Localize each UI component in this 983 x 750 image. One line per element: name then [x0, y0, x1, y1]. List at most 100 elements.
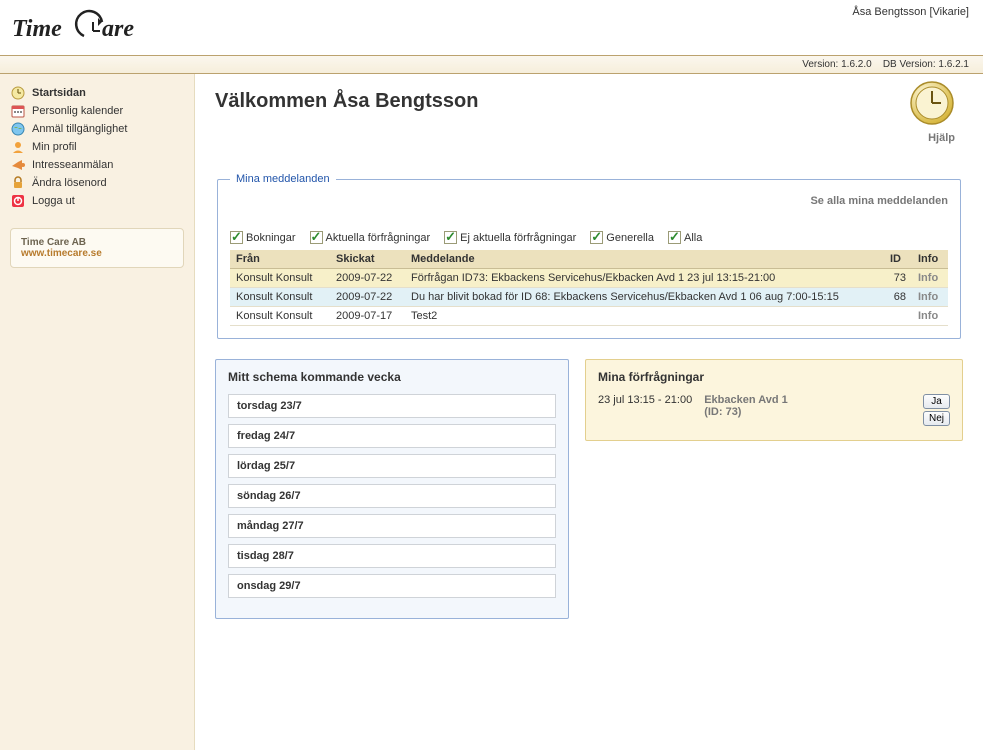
schedule-day-row[interactable]: tisdag 28/7 — [228, 544, 556, 568]
sidebar-item-label: Ändra lösenord — [32, 177, 107, 189]
sidebar-item-label: Anmäl tillgänglighet — [32, 123, 127, 135]
filter-ej-aktuella[interactable]: Ej aktuella förfrågningar — [444, 231, 576, 244]
messages-legend: Mina meddelanden — [230, 173, 336, 185]
filter-label: Aktuella förfrågningar — [326, 232, 431, 244]
filter-label: Alla — [684, 232, 702, 244]
messages-panel: Mina meddelanden Se alla mina meddelande… — [217, 173, 961, 339]
cell-id: 73 — [884, 269, 912, 288]
version-label: Version: 1.6.2.0 — [802, 59, 872, 70]
sidebar-item-interest[interactable]: Intresseanmälan — [10, 156, 184, 174]
sidebar-item-label: Startsidan — [32, 87, 86, 99]
checkbox-icon — [310, 231, 323, 244]
table-row: Konsult Konsult2009-07-22Du har blivit b… — [230, 288, 948, 307]
yes-button[interactable]: Ja — [923, 394, 950, 409]
header-clock-icon — [909, 80, 955, 129]
cell-message: Test2 — [405, 307, 884, 326]
topbar: Time are Åsa Bengtsson [Vikarie] — [0, 0, 983, 56]
db-version-label: DB Version: 1.6.2.1 — [883, 59, 969, 70]
inquiries-title: Mina förfrågningar — [598, 370, 950, 384]
checkbox-icon — [590, 231, 603, 244]
col-sent: Skickat — [330, 250, 405, 269]
checkbox-icon — [230, 231, 243, 244]
col-info: Info — [912, 250, 948, 269]
inquiry-time: 23 jul 13:15 - 21:00 — [598, 394, 692, 406]
cell-id — [884, 307, 912, 326]
company-link[interactable]: www.timecare.se — [21, 248, 173, 259]
company-box: Time Care AB www.timecare.se — [10, 228, 184, 268]
page-title: Välkommen Åsa Bengtsson — [215, 90, 963, 113]
cell-from: Konsult Konsult — [230, 307, 330, 326]
cell-sent: 2009-07-22 — [330, 288, 405, 307]
cell-info: Info — [912, 269, 948, 288]
inquiry-row: 23 jul 13:15 - 21:00 Ekbacken Avd 1 (ID:… — [598, 394, 950, 426]
filter-label: Bokningar — [246, 232, 296, 244]
cell-message: Du har blivit bokad för ID 68: Ekbackens… — [405, 288, 884, 307]
filter-alla[interactable]: Alla — [668, 231, 702, 244]
col-from: Från — [230, 250, 330, 269]
cell-sent: 2009-07-22 — [330, 269, 405, 288]
clock-icon — [10, 85, 26, 101]
user-label: Åsa Bengtsson [Vikarie] — [852, 6, 969, 18]
sidebar-item-label: Logga ut — [32, 195, 75, 207]
info-link[interactable]: Info — [918, 291, 938, 303]
info-link[interactable]: Info — [918, 272, 938, 284]
cell-info: Info — [912, 288, 948, 307]
lock-icon — [10, 175, 26, 191]
messages-filter-row: Bokningar Aktuella förfrågningar Ej aktu… — [230, 231, 948, 244]
megaphone-icon — [10, 157, 26, 173]
schedule-day-row[interactable]: söndag 26/7 — [228, 484, 556, 508]
info-link[interactable]: Info — [918, 310, 938, 322]
filter-label: Ej aktuella förfrågningar — [460, 232, 576, 244]
inquiry-idline: (ID: 73) — [704, 406, 788, 418]
sidebar-item-availability[interactable]: Anmäl tillgänglighet — [10, 120, 184, 138]
schedule-day-row[interactable]: måndag 27/7 — [228, 514, 556, 538]
nav-list: Startsidan Personlig kalender Anmäl till… — [10, 84, 184, 210]
panels-row: Mitt schema kommande vecka torsdag 23/7 f… — [215, 359, 963, 619]
sidebar-item-start[interactable]: Startsidan — [10, 84, 184, 102]
col-message: Meddelande — [405, 250, 884, 269]
logout-icon — [10, 193, 26, 209]
company-name: Time Care AB — [21, 237, 173, 248]
sidebar-item-logout[interactable]: Logga ut — [10, 192, 184, 210]
messages-table: Från Skickat Meddelande ID Info Konsult … — [230, 250, 948, 326]
sidebar-item-profile[interactable]: Min profil — [10, 138, 184, 156]
schedule-day-row[interactable]: onsdag 29/7 — [228, 574, 556, 598]
filter-bokningar[interactable]: Bokningar — [230, 231, 296, 244]
no-button[interactable]: Nej — [923, 411, 950, 426]
inquiry-location: Ekbacken Avd 1 — [704, 394, 788, 406]
schedule-panel: Mitt schema kommande vecka torsdag 23/7 f… — [215, 359, 569, 619]
filter-label: Generella — [606, 232, 654, 244]
table-row: Konsult Konsult2009-07-17Test2 Info — [230, 307, 948, 326]
svg-text:are: are — [102, 16, 134, 42]
main-content: Välkommen Åsa Bengtsson Hjälp Mina medde… — [195, 74, 983, 750]
filter-generella[interactable]: Generella — [590, 231, 654, 244]
schedule-day-row[interactable]: lördag 25/7 — [228, 454, 556, 478]
logo: Time are — [12, 6, 152, 53]
schedule-day-row[interactable]: torsdag 23/7 — [228, 394, 556, 418]
sidebar-item-label: Personlig kalender — [32, 105, 123, 117]
cell-from: Konsult Konsult — [230, 269, 330, 288]
sidebar: Startsidan Personlig kalender Anmäl till… — [0, 74, 195, 750]
col-id: ID — [884, 250, 912, 269]
user-icon — [10, 139, 26, 155]
sidebar-item-label: Intresseanmälan — [32, 159, 113, 171]
cell-from: Konsult Konsult — [230, 288, 330, 307]
help-link[interactable]: Hjälp — [928, 132, 955, 144]
checkbox-icon — [668, 231, 681, 244]
cell-info: Info — [912, 307, 948, 326]
sidebar-item-label: Min profil — [32, 141, 77, 153]
sidebar-item-calendar[interactable]: Personlig kalender — [10, 102, 184, 120]
cell-id: 68 — [884, 288, 912, 307]
see-all-messages-link[interactable]: Se alla mina meddelanden — [230, 195, 948, 207]
version-bar: Version: 1.6.2.0 DB Version: 1.6.2.1 — [0, 56, 983, 74]
checkbox-icon — [444, 231, 457, 244]
inquiries-panel: Mina förfrågningar 23 jul 13:15 - 21:00 … — [585, 359, 963, 441]
schedule-day-row[interactable]: fredag 24/7 — [228, 424, 556, 448]
schedule-title: Mitt schema kommande vecka — [228, 370, 556, 384]
sidebar-item-password[interactable]: Ändra lösenord — [10, 174, 184, 192]
cell-message: Förfrågan ID73: Ekbackens Servicehus/Ekb… — [405, 269, 884, 288]
cell-sent: 2009-07-17 — [330, 307, 405, 326]
globe-icon — [10, 121, 26, 137]
svg-text:Time: Time — [12, 16, 62, 42]
filter-aktuella[interactable]: Aktuella förfrågningar — [310, 231, 431, 244]
